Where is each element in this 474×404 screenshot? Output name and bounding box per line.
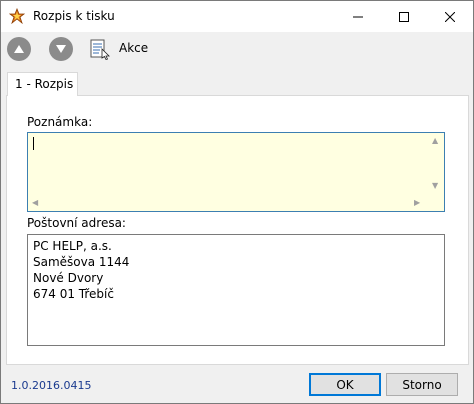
address-textarea[interactable]: PC HELP, a.s. Saměšova 1144 Nové Dvory 6…	[27, 234, 445, 346]
note-horizontal-scrollbar[interactable]: ◀ ▶	[28, 195, 428, 211]
minimize-icon	[353, 16, 363, 17]
version-label: 1.0.2016.0415	[11, 379, 92, 392]
address-line: 674 01 Třebíč	[33, 287, 114, 301]
address-lines: PC HELP, a.s. Saměšova 1144 Nové Dvory 6…	[33, 238, 129, 302]
tab-label: 1 - Rozpis	[15, 77, 74, 91]
close-icon	[445, 11, 455, 22]
scroll-corner	[428, 195, 444, 211]
scroll-right-icon[interactable]: ▶	[414, 198, 420, 207]
maximize-icon	[399, 11, 409, 22]
move-up-button[interactable]	[7, 37, 31, 61]
title-bar: Rozpis k tisku	[1, 1, 473, 32]
scroll-down-icon[interactable]: ▼	[432, 181, 438, 190]
note-vertical-scrollbar[interactable]: ▲ ▼	[428, 133, 444, 195]
tab-rozpis[interactable]: 1 - Rozpis	[7, 72, 78, 96]
address-line: Nové Dvory	[33, 271, 104, 285]
arrow-down-icon	[56, 45, 66, 53]
arrow-up-icon	[14, 45, 24, 53]
scroll-left-icon[interactable]: ◀	[32, 198, 38, 207]
ok-button[interactable]: OK	[309, 373, 381, 396]
toolbar: Akce	[1, 32, 473, 66]
cancel-button[interactable]: Storno	[386, 373, 458, 396]
address-line: Saměšova 1144	[33, 255, 130, 269]
maximize-button[interactable]	[381, 1, 427, 32]
window-title: Rozpis k tisku	[33, 9, 115, 23]
address-label: Poštovní adresa:	[27, 216, 126, 230]
close-button[interactable]	[427, 1, 473, 32]
note-textarea[interactable]: ▲ ▼ ◀ ▶	[27, 132, 445, 212]
document-action-icon[interactable]	[89, 38, 111, 60]
note-label: Poznámka:	[27, 115, 93, 129]
tab-panel: Poznámka: ▲ ▼ ◀ ▶ Poštovní adresa: PC HE…	[6, 95, 469, 365]
app-icon	[9, 8, 25, 24]
text-caret	[33, 137, 34, 150]
move-down-button[interactable]	[49, 37, 73, 61]
scroll-up-icon[interactable]: ▲	[432, 136, 438, 145]
minimize-button[interactable]	[335, 1, 381, 32]
dialog-window: Rozpis k tisku Akce 1 - Rozpis Poznámka:…	[0, 0, 474, 404]
action-menu-label[interactable]: Akce	[119, 41, 148, 55]
address-line: PC HELP, a.s.	[33, 239, 112, 253]
